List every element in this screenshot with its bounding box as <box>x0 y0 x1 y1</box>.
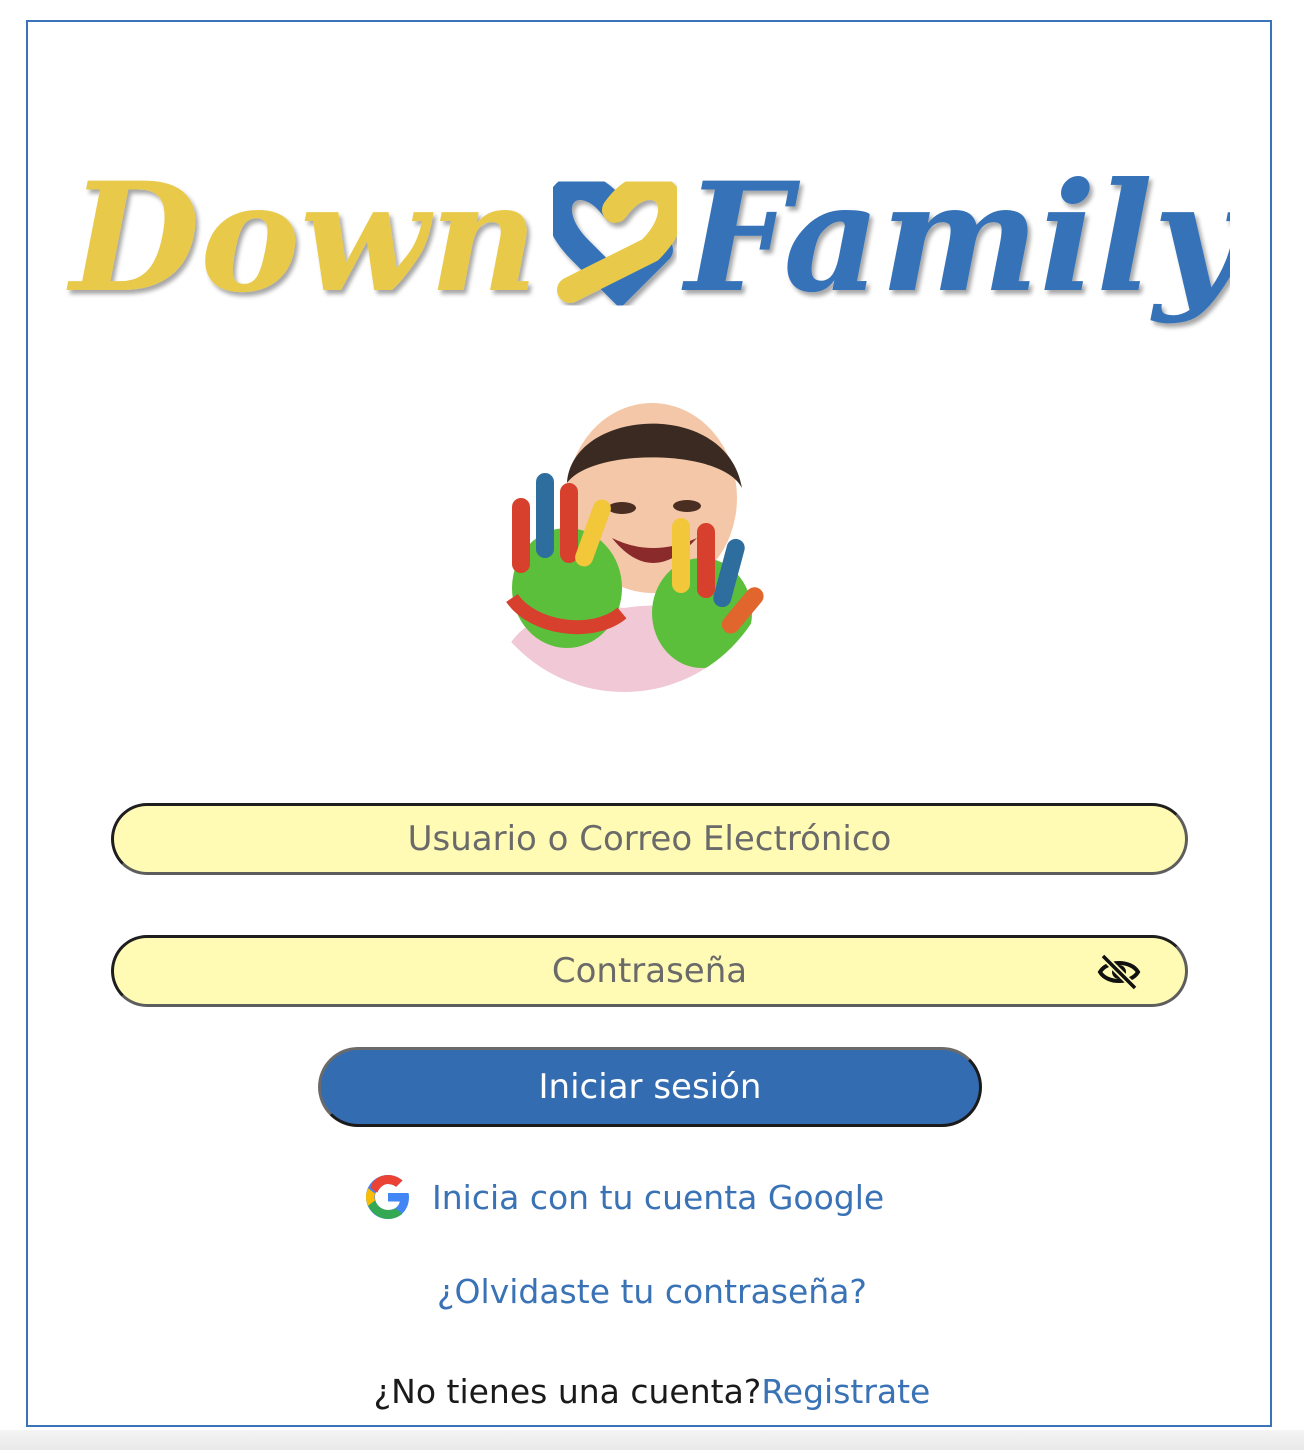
google-signin-label: Inicia con tu cuenta Google <box>432 1177 885 1217</box>
google-signin-link[interactable]: Inicia con tu cuenta Google <box>364 1170 884 1224</box>
username-field-wrapper <box>111 803 1188 875</box>
child-painted-hands-photo <box>472 388 776 692</box>
register-prompt: ¿No tienes una cuenta? <box>373 1372 762 1411</box>
eye-slash-icon[interactable] <box>1097 952 1141 992</box>
password-field-wrapper <box>111 935 1188 1007</box>
login-button[interactable]: Iniciar sesión <box>318 1047 982 1127</box>
heart-ribbon-icon <box>545 174 685 309</box>
google-g-icon <box>366 1175 409 1219</box>
logo-word-down: Down <box>66 150 538 326</box>
register-link[interactable]: Registrate <box>761 1372 930 1411</box>
window-bottom-edge <box>0 1430 1304 1450</box>
password-input[interactable] <box>114 937 1185 1005</box>
forgot-password-row: ¿Olvidaste tu contraseña? <box>0 1272 1304 1311</box>
login-button-label: Iniciar sesión <box>538 1067 762 1107</box>
register-row: ¿No tienes una cuenta?Registrate <box>0 1372 1304 1411</box>
logo-word-family: Family <box>681 150 1230 326</box>
downfamily-logo: Down Family <box>66 150 1230 326</box>
forgot-password-link[interactable]: ¿Olvidaste tu contraseña? <box>437 1272 867 1311</box>
avatar <box>472 388 776 692</box>
username-input[interactable] <box>114 805 1185 873</box>
